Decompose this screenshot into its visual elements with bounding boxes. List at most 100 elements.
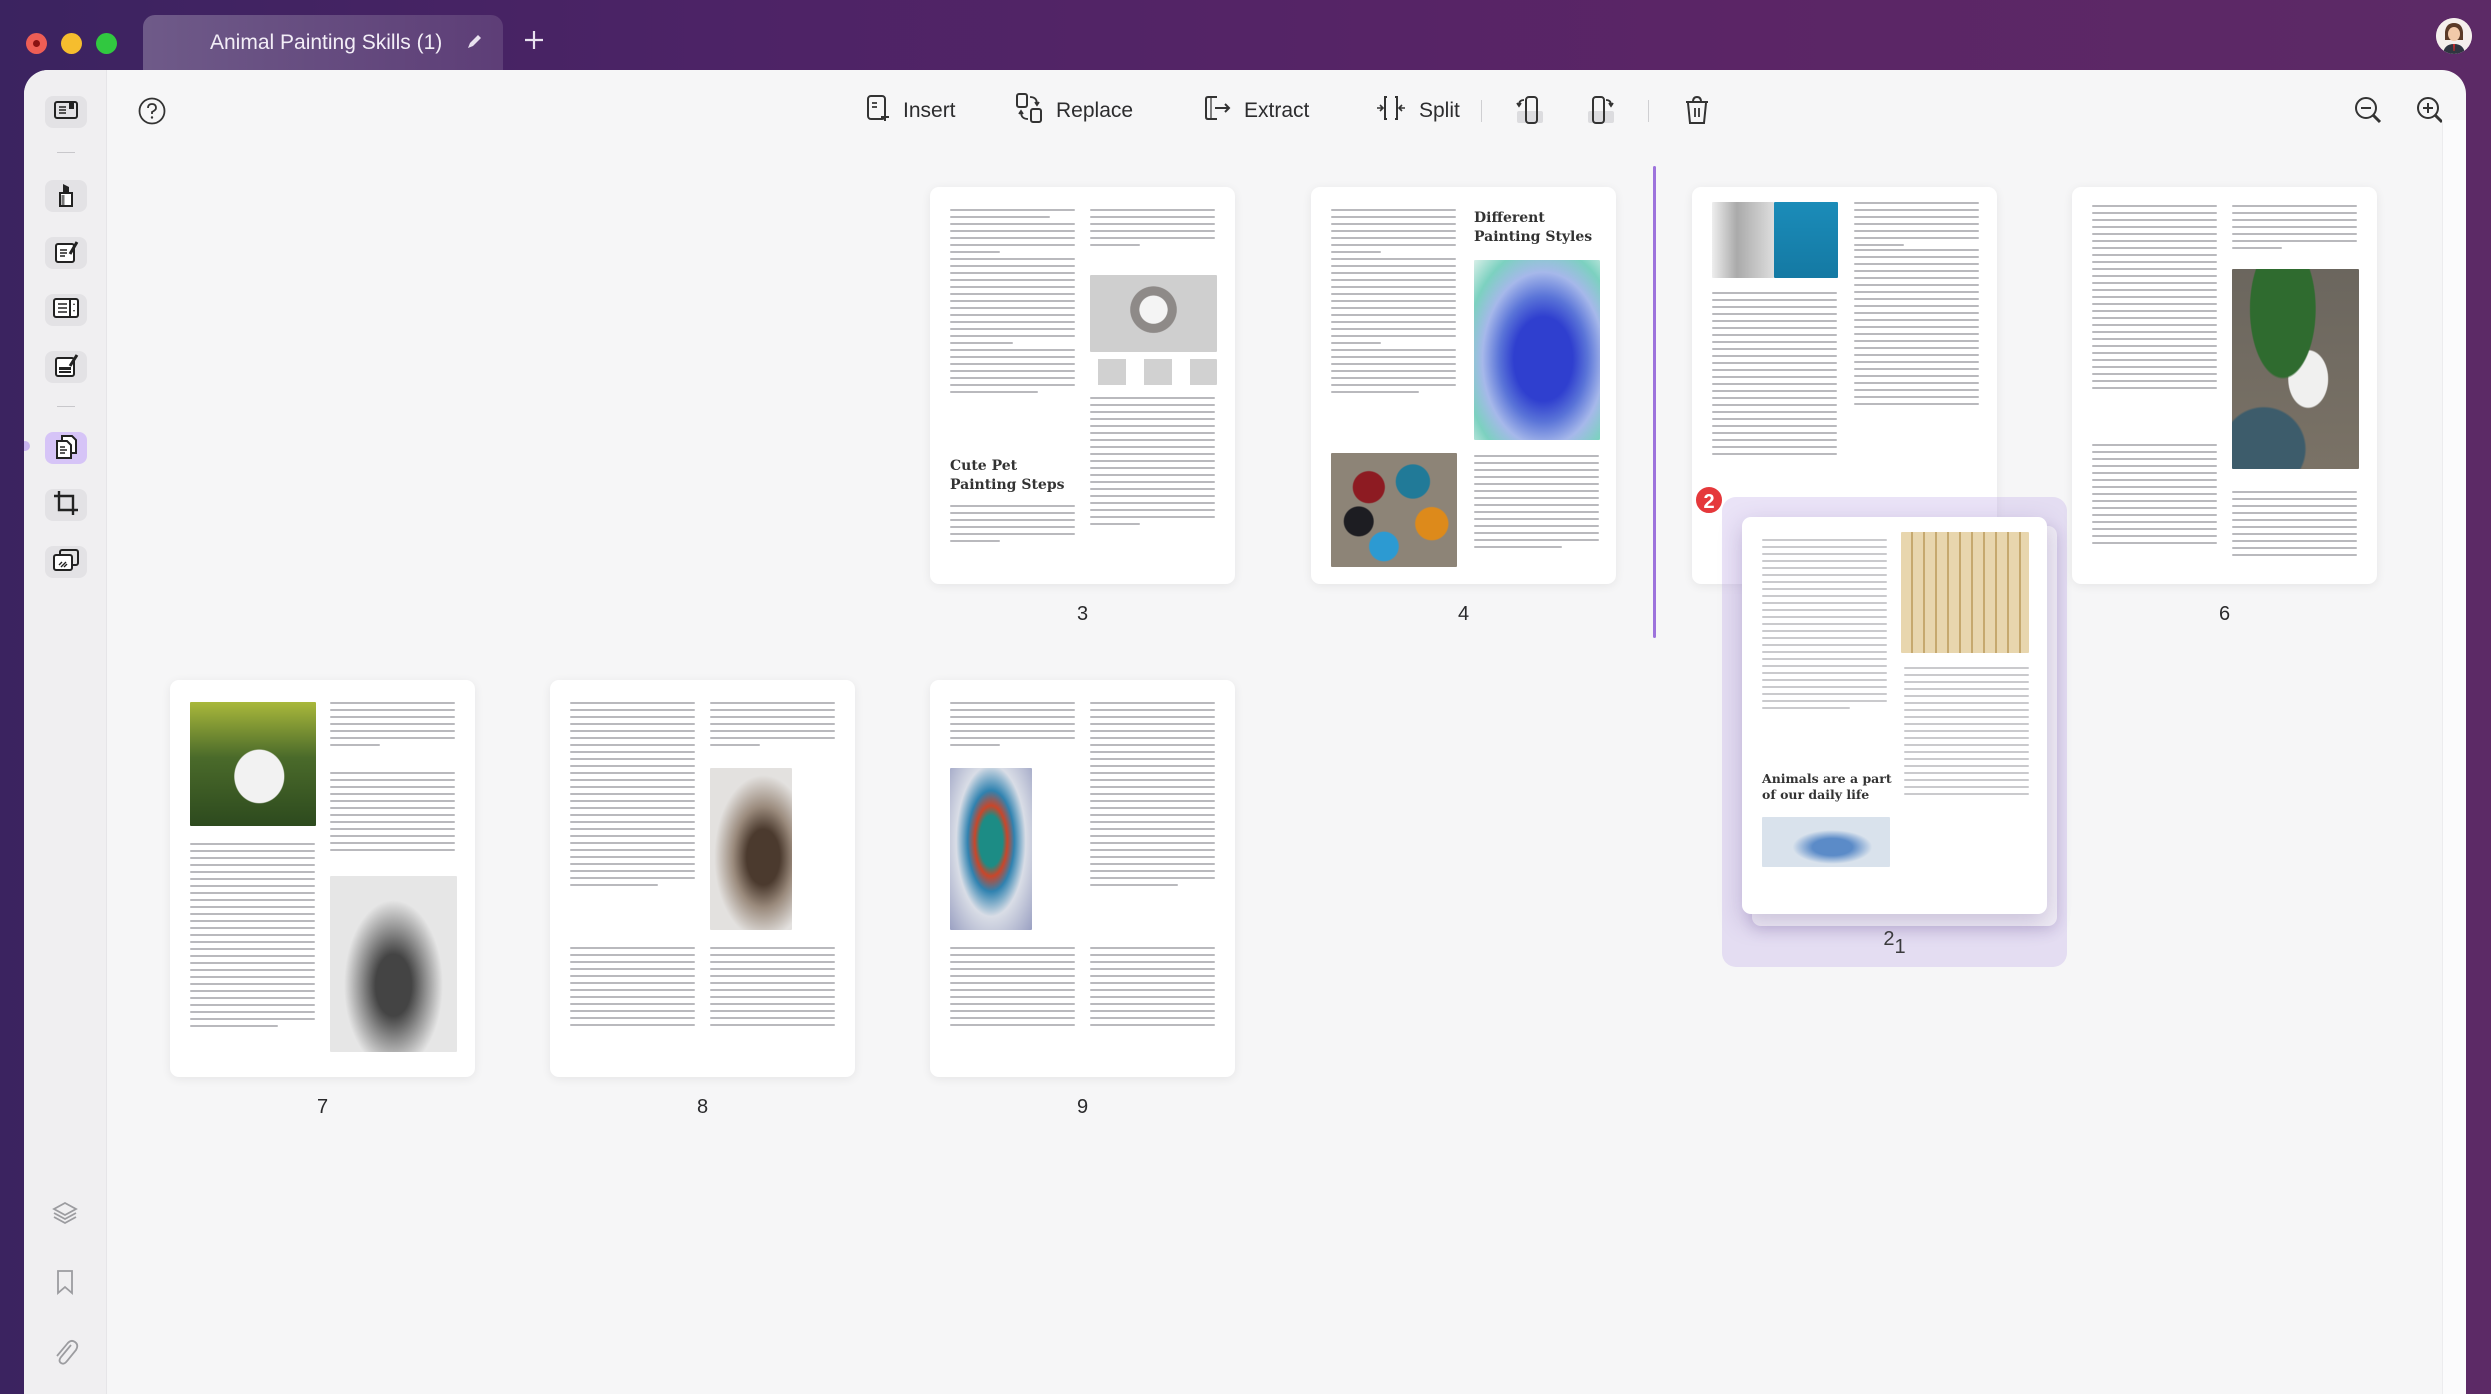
dragged-page-number: 2 (1883, 928, 1895, 950)
layers-icon (51, 1199, 79, 1232)
redact-icon (53, 352, 79, 383)
form-icon (52, 297, 80, 324)
question-circle-icon[interactable] (137, 96, 167, 126)
replace-label: Replace (1056, 99, 1134, 122)
text-block (330, 702, 455, 751)
book-open-icon (53, 99, 79, 126)
split-label: Split (1419, 99, 1460, 122)
dog-photo (1090, 275, 1217, 352)
sidebar-divider (57, 152, 75, 153)
zoom-out-icon[interactable] (2351, 93, 2385, 127)
white-rabbit-photo (190, 702, 316, 826)
rotate-left-icon[interactable] (1513, 93, 1547, 127)
minimize-window-button[interactable] (61, 33, 82, 54)
text-block (570, 947, 695, 1031)
text-block (2092, 444, 2217, 549)
insert-position-indicator (1653, 166, 1656, 638)
sidebar-item-bookmarks[interactable] (50, 1269, 80, 1299)
sidebar-item-watermark[interactable] (45, 546, 87, 578)
left-toolbar (24, 70, 107, 1394)
page-thumbnail-9[interactable] (930, 680, 1235, 1077)
text-block (950, 947, 1075, 1031)
text-block (330, 772, 455, 856)
text-block (710, 702, 835, 751)
split-button[interactable]: Split (1375, 94, 1460, 128)
toolbar-divider (1648, 100, 1649, 122)
vertical-scrollbar[interactable] (2442, 120, 2466, 1394)
sidebar-item-reader[interactable] (45, 96, 87, 128)
plus-icon[interactable] (520, 26, 548, 54)
paint-palette-brushes-photo (1901, 532, 2029, 653)
page-heading: Different Painting Styles (1474, 210, 1593, 245)
page-number-9: 9 (1076, 1096, 1089, 1118)
watercolor-image (1474, 260, 1600, 440)
text-block (190, 843, 315, 1032)
paperclip-icon (51, 1336, 79, 1371)
rabbit-sketch (330, 876, 457, 1052)
close-window-button[interactable] (26, 33, 47, 54)
page-thumbnail-3[interactable]: Cute Pet Painting Steps (930, 187, 1235, 584)
butterfly-painting-photo (1762, 817, 1890, 867)
text-block (950, 505, 1075, 547)
page-thumbnail-7[interactable] (170, 680, 475, 1077)
trash-icon[interactable] (1680, 93, 1714, 127)
pencil-icon[interactable] (463, 31, 485, 53)
text-block (1474, 455, 1599, 553)
rotate-right-icon[interactable] (1584, 93, 1618, 127)
text-block (1762, 539, 1887, 714)
text-block (2232, 491, 2357, 561)
dragged-page-number-secondary: 1 (1894, 936, 1906, 958)
sidebar-item-redact[interactable] (45, 351, 87, 383)
toolbar-divider (1481, 100, 1482, 122)
selected-count-badge: 2 (1694, 485, 1724, 515)
sidebar-item-layers[interactable] (50, 1200, 80, 1230)
text-block (2092, 205, 2217, 394)
app-window: Insert Replace Extract Split Cute Pet Pa… (24, 70, 2466, 1394)
page-number-8: 8 (696, 1096, 709, 1118)
text-block (1854, 249, 1979, 410)
insert-label: Insert (903, 99, 956, 122)
maximize-window-button[interactable] (96, 33, 117, 54)
watermark-icon (52, 548, 80, 577)
dog-sketches (1090, 359, 1217, 385)
horse-sketch (710, 768, 792, 930)
sketchbook-plants-photo (2232, 269, 2359, 469)
highlighter-icon (55, 181, 77, 212)
dragged-page-front[interactable]: Animals are a part of our daily life (1742, 517, 2047, 914)
extract-label: Extract (1244, 99, 1310, 122)
sidebar-item-form[interactable] (45, 294, 87, 326)
title-bar: Animal Painting Skills (1) (0, 0, 2491, 71)
extract-button[interactable]: Extract (1202, 94, 1309, 128)
sidebar-item-organize-pages[interactable] (45, 432, 87, 464)
text-block (950, 209, 1075, 398)
page-heading: Animals are a part of our daily life (1762, 771, 1892, 802)
user-avatar[interactable] (2436, 18, 2472, 54)
active-indicator (24, 441, 30, 451)
page-number-6: 6 (2218, 603, 2231, 625)
bird-mural-photo (950, 768, 1032, 930)
insert-page-icon (865, 93, 891, 129)
sidebar-item-attachments[interactable] (50, 1338, 80, 1368)
sidebar-item-edit[interactable] (45, 237, 87, 269)
split-page-icon (1375, 93, 1407, 129)
pages-icon (53, 433, 79, 464)
text-block (950, 702, 1075, 751)
page-thumbnail-4[interactable]: Different Painting Styles (1311, 187, 1616, 584)
page-thumbnail-8[interactable] (550, 680, 855, 1077)
crop-icon (52, 489, 80, 522)
sidebar-divider (57, 406, 75, 407)
sidebar-item-comment[interactable] (45, 180, 87, 212)
document-tab[interactable]: Animal Painting Skills (1) (143, 15, 503, 71)
page-thumbnail-6[interactable] (2072, 187, 2377, 584)
page-heading: Cute Pet Painting Steps (950, 458, 1065, 493)
insert-button[interactable]: Insert (865, 94, 956, 128)
extract-page-icon (1202, 93, 1232, 129)
page-number-4: 4 (1457, 603, 1470, 625)
replace-button[interactable]: Replace (1014, 93, 1134, 128)
text-block (710, 947, 835, 1031)
edit-text-icon (53, 238, 79, 269)
dragged-pages-label: 21 (1742, 928, 2047, 959)
sidebar-item-crop[interactable] (45, 489, 87, 521)
page-number-7: 7 (316, 1096, 329, 1118)
page-number-3: 3 (1076, 603, 1089, 625)
